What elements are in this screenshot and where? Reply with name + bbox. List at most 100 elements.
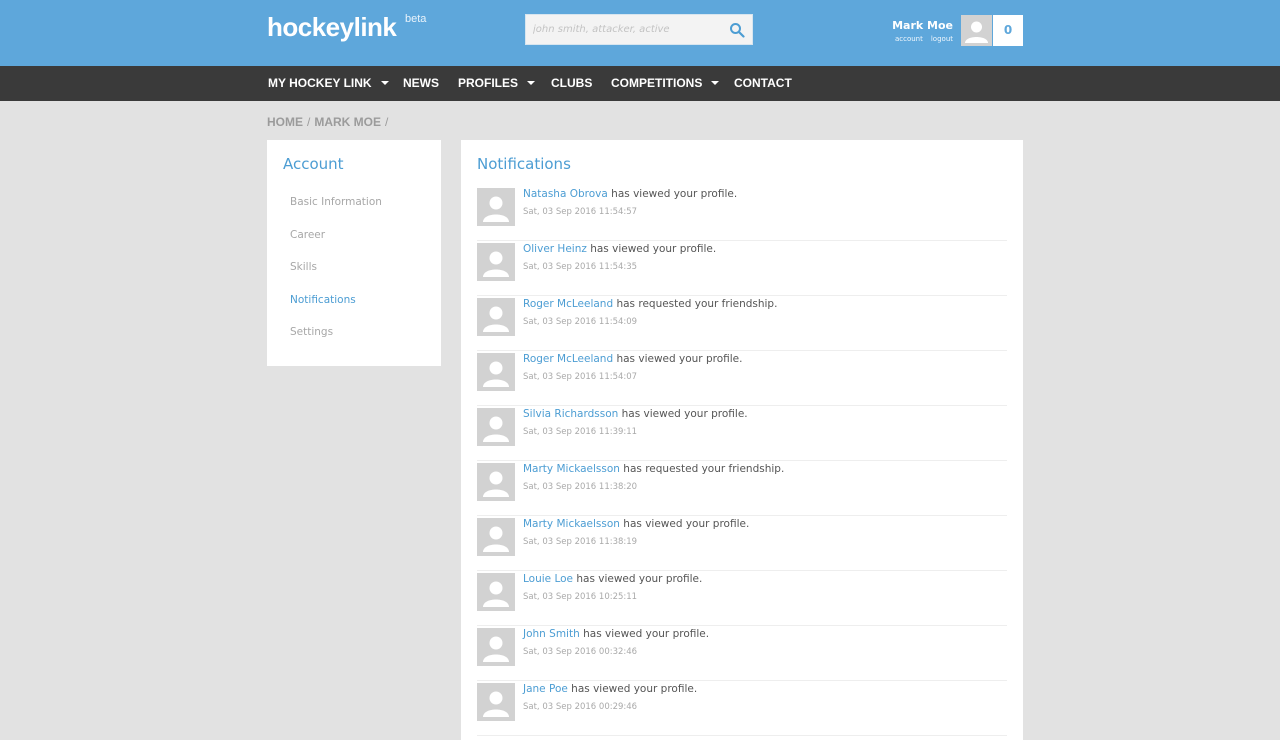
avatar[interactable] bbox=[477, 408, 515, 446]
nav-label: COMPETITIONS bbox=[611, 76, 703, 90]
account-link[interactable]: account bbox=[895, 35, 923, 43]
user-avatar[interactable] bbox=[961, 15, 992, 46]
notification-timestamp: Sat, 03 Sep 2016 00:29:46 bbox=[523, 702, 638, 712]
nav-label: PROFILES bbox=[458, 76, 519, 90]
avatar[interactable] bbox=[477, 353, 515, 391]
avatar-placeholder-icon bbox=[483, 361, 509, 387]
notification-action: has requested your friendship. bbox=[619, 463, 785, 475]
avatar-placeholder-icon bbox=[483, 581, 509, 607]
avatar[interactable] bbox=[477, 463, 515, 501]
notification-timestamp: Sat, 03 Sep 2016 11:54:35 bbox=[523, 262, 638, 272]
avatar-placeholder-icon bbox=[483, 691, 509, 717]
notification-item: Roger McLeeland has viewed your profile.… bbox=[477, 351, 1007, 406]
notification-timestamp: Sat, 03 Sep 2016 11:54:57 bbox=[523, 207, 638, 217]
sidebar-title: Account bbox=[283, 155, 344, 173]
notification-action: has viewed your profile. bbox=[619, 518, 750, 530]
notification-user-link[interactable]: Roger McLeeland bbox=[523, 353, 613, 365]
nav-news[interactable]: NEWS bbox=[403, 66, 439, 101]
search-icon[interactable] bbox=[729, 22, 745, 38]
main-nav: MY HOCKEY LINK NEWS PROFILES CLUBS COMPE… bbox=[0, 66, 1280, 101]
notification-count-badge[interactable]: 0 bbox=[993, 15, 1023, 46]
notification-timestamp: Sat, 03 Sep 2016 11:38:20 bbox=[523, 482, 638, 492]
avatar-placeholder-icon bbox=[483, 636, 509, 662]
nav-profiles[interactable]: PROFILES bbox=[458, 66, 536, 101]
notification-text: Marty Mickaelsson has requested your fri… bbox=[523, 463, 784, 475]
notification-user-link[interactable]: Oliver Heinz bbox=[523, 243, 587, 255]
nav-my-hockey-link[interactable]: MY HOCKEY LINK bbox=[268, 66, 389, 101]
notification-item: Marty Mickaelsson has requested your fri… bbox=[477, 461, 1007, 516]
notification-action: has viewed your profile. bbox=[613, 353, 743, 365]
nav-label: CLUBS bbox=[551, 76, 593, 90]
nav-competitions[interactable]: COMPETITIONS bbox=[611, 66, 720, 101]
avatar[interactable] bbox=[477, 188, 515, 226]
user-name[interactable]: Mark Moe bbox=[892, 19, 953, 32]
notification-text: Oliver Heinz has viewed your profile. bbox=[523, 243, 716, 255]
avatar[interactable] bbox=[477, 298, 515, 336]
sidebar-item-notifications[interactable]: Notifications bbox=[290, 294, 356, 306]
caret-down-icon bbox=[380, 80, 389, 85]
avatar-placeholder-icon bbox=[483, 471, 509, 497]
avatar[interactable] bbox=[477, 243, 515, 281]
notification-user-link[interactable]: Roger McLeeland bbox=[523, 298, 613, 310]
avatar[interactable] bbox=[477, 628, 515, 666]
notification-text: John Smith has viewed your profile. bbox=[523, 628, 709, 640]
notification-user-link[interactable]: Jane Poe bbox=[523, 683, 568, 695]
page-title: Notifications bbox=[477, 155, 571, 173]
notification-text: Roger McLeeland has requested your frien… bbox=[523, 298, 777, 310]
breadcrumb-profile[interactable]: MARK MOE bbox=[314, 115, 381, 129]
notification-user-link[interactable]: Louie Loe bbox=[523, 573, 573, 585]
caret-down-icon bbox=[711, 80, 720, 85]
notification-item: John Smith has viewed your profile. Sat, … bbox=[477, 626, 1007, 681]
avatar[interactable] bbox=[477, 683, 515, 721]
notification-item: Jane Poe has viewed your profile. Sat, 03… bbox=[477, 681, 1007, 736]
breadcrumb: HOME / MARK MOE / bbox=[267, 115, 392, 129]
notification-user-link[interactable]: Silvia Richardsson bbox=[523, 408, 618, 420]
notification-user-link[interactable]: Marty Mickaelsson bbox=[523, 518, 620, 530]
notification-item: Natasha Obrova has viewed your profile. S… bbox=[477, 186, 1007, 241]
nav-clubs[interactable]: CLUBS bbox=[551, 66, 592, 101]
avatar-placeholder-icon bbox=[483, 196, 509, 222]
notification-item: Marty Mickaelsson has viewed your profil… bbox=[477, 516, 1007, 571]
notification-item: Oliver Heinz has viewed your profile. Sat… bbox=[477, 241, 1007, 296]
notification-action: has viewed your profile. bbox=[573, 573, 703, 585]
sidebar-item-settings[interactable]: Settings bbox=[290, 326, 333, 338]
notification-user-link[interactable]: Natasha Obrova bbox=[523, 188, 608, 200]
breadcrumb-separator: / bbox=[307, 115, 311, 129]
notification-action: has viewed your profile. bbox=[579, 628, 710, 640]
avatar-placeholder-icon bbox=[965, 21, 988, 43]
notification-action: has requested your friendship. bbox=[613, 298, 778, 310]
notification-user-link[interactable]: John Smith bbox=[523, 628, 580, 640]
notification-item: Silvia Richardsson has viewed your profi… bbox=[477, 406, 1007, 461]
search-box bbox=[525, 14, 753, 45]
notification-text: Roger McLeeland has viewed your profile. bbox=[523, 353, 742, 365]
sidebar-item-skills[interactable]: Skills bbox=[290, 261, 317, 273]
breadcrumb-home[interactable]: HOME bbox=[267, 115, 303, 129]
beta-label: beta bbox=[405, 13, 427, 25]
avatar-placeholder-icon bbox=[483, 526, 509, 552]
top-header: hockeylink beta Mark Moe account logout 0 bbox=[0, 0, 1280, 66]
notification-text: Marty Mickaelsson has viewed your profil… bbox=[523, 518, 749, 530]
breadcrumb-separator: / bbox=[385, 115, 389, 129]
notification-item: Roger McLeeland has requested your frien… bbox=[477, 296, 1007, 351]
sidebar-item-career[interactable]: Career bbox=[290, 229, 325, 241]
avatar-placeholder-icon bbox=[483, 416, 509, 442]
notification-timestamp: Sat, 03 Sep 2016 11:38:19 bbox=[523, 537, 638, 547]
nav-contact[interactable]: CONTACT bbox=[734, 66, 792, 101]
logout-link[interactable]: logout bbox=[931, 35, 953, 43]
caret-down-icon bbox=[527, 80, 536, 85]
notification-user-link[interactable]: Marty Mickaelsson bbox=[523, 463, 620, 475]
sidebar-item-basic-information[interactable]: Basic Information bbox=[290, 196, 382, 208]
avatar[interactable] bbox=[477, 573, 515, 611]
nav-label: NEWS bbox=[403, 76, 439, 90]
logo-text[interactable]: hockeylink bbox=[267, 12, 397, 42]
notification-action: has viewed your profile. bbox=[618, 408, 748, 420]
nav-label: MY HOCKEY LINK bbox=[268, 76, 372, 90]
search-input[interactable] bbox=[526, 15, 722, 44]
avatar[interactable] bbox=[477, 518, 515, 556]
notification-list: Natasha Obrova has viewed your profile. S… bbox=[477, 186, 1007, 736]
logo[interactable]: hockeylink beta bbox=[267, 12, 426, 43]
avatar-placeholder-icon bbox=[483, 306, 509, 332]
notification-text: Jane Poe has viewed your profile. bbox=[523, 683, 697, 695]
user-links: account logout bbox=[887, 35, 953, 43]
notification-action: has viewed your profile. bbox=[567, 683, 698, 695]
